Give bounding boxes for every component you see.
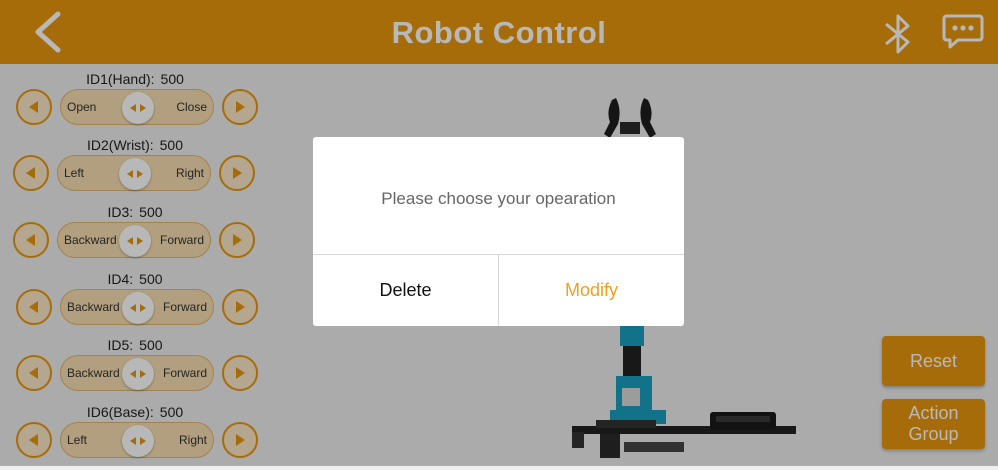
- delete-button[interactable]: Delete: [313, 254, 498, 326]
- modify-button[interactable]: Modify: [499, 254, 684, 326]
- dialog-message: Please choose your opearation: [381, 189, 616, 208]
- operation-dialog: Please choose your opearation Delete Mod…: [313, 137, 684, 326]
